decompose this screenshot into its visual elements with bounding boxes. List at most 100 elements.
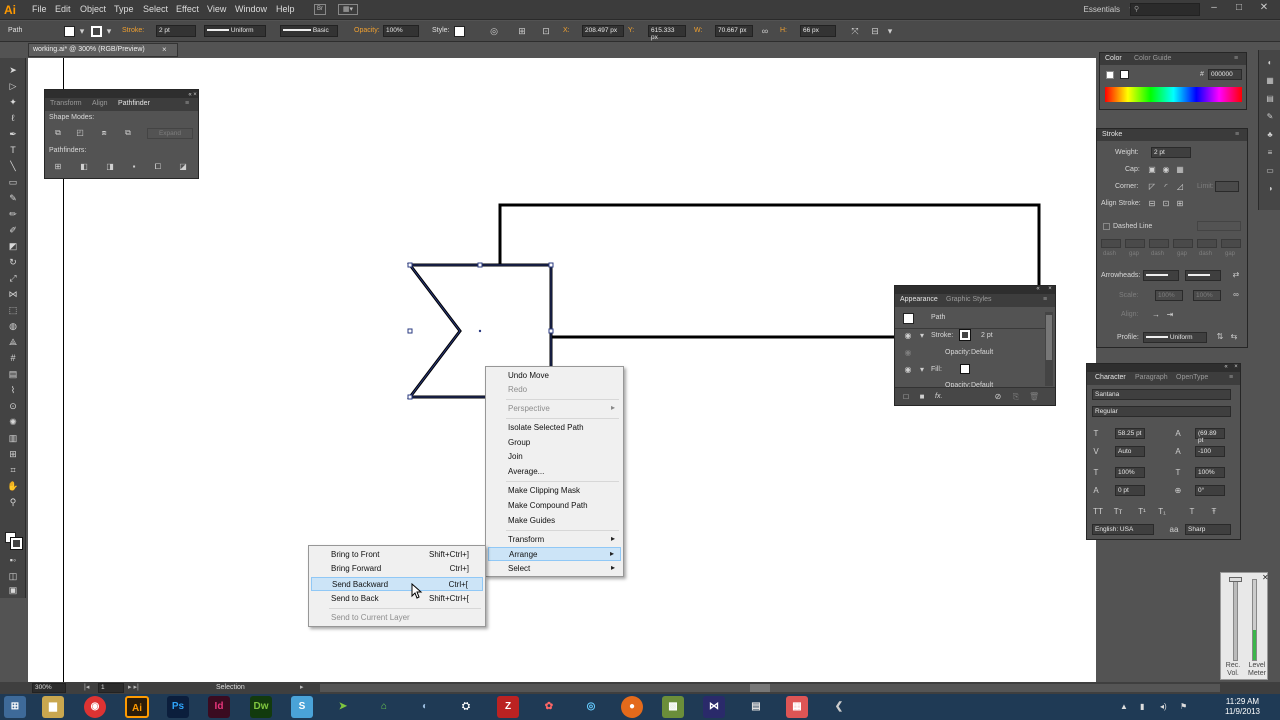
panel-menu-icon[interactable]: ≡ <box>1229 374 1233 381</box>
panel-menu-icon[interactable]: ≡ <box>1043 296 1047 303</box>
language-select[interactable]: English: USA <box>1092 524 1154 535</box>
menu-item-send-to-back[interactable]: Send to Back Shift+Ctrl+[ <box>311 592 483 606</box>
pencil-tool-icon[interactable]: ✏ <box>6 208 20 221</box>
rotate-tool-icon[interactable]: ↻ <box>6 256 20 269</box>
kerning-field[interactable]: Auto <box>1115 446 1145 457</box>
gap-field[interactable] <box>1173 239 1193 248</box>
profile-select[interactable]: Uniform <box>1143 332 1207 343</box>
limit-field[interactable] <box>1215 181 1239 192</box>
zoom-field[interactable]: 300% <box>32 683 66 693</box>
safari-icon[interactable]: ◎ <box>580 696 602 718</box>
tab-color[interactable]: Color <box>1105 55 1122 62</box>
visibility-eye-icon[interactable]: ◉ <box>903 365 913 375</box>
app-icon[interactable]: ◐ <box>414 696 436 718</box>
zoom-tool-icon[interactable]: ⚲ <box>6 496 20 509</box>
slider-thumb[interactable] <box>1229 577 1242 582</box>
gap-field[interactable] <box>1221 239 1241 248</box>
menu-item-make-guides[interactable]: Make Guides <box>488 514 621 528</box>
horizontal-scrollbar[interactable] <box>320 684 1220 692</box>
anchor-point[interactable] <box>548 262 554 268</box>
baseline-shift-field[interactable]: 0 pt <box>1115 485 1145 496</box>
projecting-cap-icon[interactable]: ▦ <box>1175 165 1185 175</box>
stroke-attr-label[interactable]: Stroke: <box>931 332 953 339</box>
merge-icon[interactable]: ◨ <box>105 162 115 172</box>
character-rotation-field[interactable]: 0° <box>1195 485 1225 496</box>
fill-attr-swatch[interactable] <box>960 364 970 374</box>
dreamweaver-taskbar-icon[interactable]: Dw <box>250 696 272 718</box>
start-arrowhead-select[interactable] <box>1143 270 1179 281</box>
menu-item-make-clipping-mask[interactable]: Make Clipping Mask <box>488 484 621 498</box>
leading-field[interactable]: (69.89 pt <box>1195 428 1225 444</box>
start-scale-field[interactable]: 100% <box>1155 290 1183 301</box>
app-icon[interactable]: ▤ <box>745 696 767 718</box>
filezilla-icon[interactable]: Z <box>497 696 519 718</box>
stroke-attr-swatch[interactable] <box>959 329 971 341</box>
app-s-icon[interactable]: S <box>291 696 313 718</box>
menu-item-join[interactable]: Join <box>488 450 621 464</box>
color-guide-icon[interactable]: ▦ <box>1265 76 1275 86</box>
align-outside-icon[interactable]: ⊞ <box>1175 199 1185 209</box>
symbol-sprayer-tool-icon[interactable]: ✺ <box>6 416 20 429</box>
font-size-field[interactable]: 58.25 pt <box>1115 428 1145 439</box>
slice-tool-icon[interactable]: ⌗ <box>6 464 20 477</box>
chrome-icon[interactable]: ◉ <box>84 696 106 718</box>
eyedropper-tool-icon[interactable]: ⌇ <box>6 384 20 397</box>
hex-field[interactable]: 000000 <box>1208 69 1242 80</box>
disclosure-triangle-icon[interactable]: ▾ <box>917 331 927 341</box>
drawing-mode-icon[interactable]: ◫ <box>6 570 20 583</box>
anchor-point[interactable] <box>407 262 413 268</box>
stroke-panel-icon[interactable]: ≡ <box>1265 148 1275 158</box>
font-family-select[interactable]: Santana <box>1092 389 1231 400</box>
antialias-select[interactable]: Sharp <box>1185 524 1231 535</box>
gradient-panel-icon[interactable]: ▭ <box>1265 166 1275 176</box>
menu-item-make-compound-path[interactable]: Make Compound Path <box>488 499 621 513</box>
illustrator-taskbar-icon[interactable]: Ai <box>125 696 149 718</box>
lasso-tool-icon[interactable]: ℓ <box>6 112 20 125</box>
vertical-scale-field[interactable]: 100% <box>1115 467 1145 478</box>
swatches-icon[interactable]: ▤ <box>1265 94 1275 104</box>
delete-icon[interactable]: 🗑 <box>1029 392 1039 402</box>
tracking-field[interactable]: -100 <box>1195 446 1225 457</box>
tab-character[interactable]: Character <box>1095 374 1126 381</box>
app-icon[interactable]: ▦ <box>786 696 808 718</box>
rectangle-tool-icon[interactable]: ▭ <box>6 176 20 189</box>
tab-align[interactable]: Align <box>92 100 108 107</box>
scale-tool-icon[interactable]: ⤢ <box>6 272 20 285</box>
line-tool-icon[interactable]: ╲ <box>6 160 20 173</box>
align-center-icon[interactable]: ⊟ <box>1147 199 1157 209</box>
dash-field[interactable] <box>1149 239 1169 248</box>
screen-mode-icon[interactable]: ▣ <box>6 584 20 597</box>
tab-transform[interactable]: Transform <box>50 100 82 107</box>
hand-tool-icon[interactable]: ✋ <box>6 480 20 493</box>
all-caps-icon[interactable]: TT <box>1093 507 1103 517</box>
symbols-icon[interactable]: ♣ <box>1265 130 1275 140</box>
minecraft-icon[interactable]: ▩ <box>662 696 684 718</box>
indesign-taskbar-icon[interactable]: Id <box>208 696 230 718</box>
artboard-tool-icon[interactable]: ⊞ <box>6 448 20 461</box>
shape-builder-tool-icon[interactable]: ◍ <box>6 320 20 333</box>
add-stroke-icon[interactable]: □ <box>901 392 911 402</box>
panel-menu-icon[interactable]: ≡ <box>1235 131 1239 138</box>
crop-icon[interactable]: ▪ <box>129 162 139 172</box>
none-swatch-icon[interactable] <box>1106 71 1114 79</box>
intersect-icon[interactable]: ⧈ <box>99 128 109 138</box>
status-menu-icon[interactable]: ▸ <box>300 683 304 691</box>
arrow-end-icon[interactable]: ⇥ <box>1165 310 1175 320</box>
close-icon[interactable]: × <box>1231 362 1241 372</box>
explorer-icon[interactable]: ▆ <box>42 696 64 718</box>
minus-back-icon[interactable]: ◪ <box>178 162 188 172</box>
mesh-tool-icon[interactable]: # <box>6 352 20 365</box>
blob-brush-tool-icon[interactable]: ✐ <box>6 224 20 237</box>
panel-menu-icon[interactable]: ≡ <box>1234 55 1238 62</box>
subscript-icon[interactable]: T₁ <box>1157 507 1167 517</box>
bounding-handle[interactable] <box>407 328 413 334</box>
clear-appearance-icon[interactable]: ⊘ <box>993 392 1003 402</box>
menu-item-bring-forward[interactable]: Bring Forward Ctrl+] <box>311 562 483 576</box>
home-app-icon[interactable]: ⌂ <box>373 696 395 718</box>
fill-attr-label[interactable]: Fill: <box>931 366 942 373</box>
swap-arrowheads-icon[interactable]: ⇄ <box>1231 270 1241 280</box>
underline-icon[interactable]: T <box>1187 507 1197 517</box>
clock[interactable]: 11:29 AM 11/9/2013 <box>1225 697 1260 717</box>
dash-alignment-icons[interactable] <box>1197 221 1241 231</box>
divide-icon[interactable]: ⊞ <box>53 162 63 172</box>
